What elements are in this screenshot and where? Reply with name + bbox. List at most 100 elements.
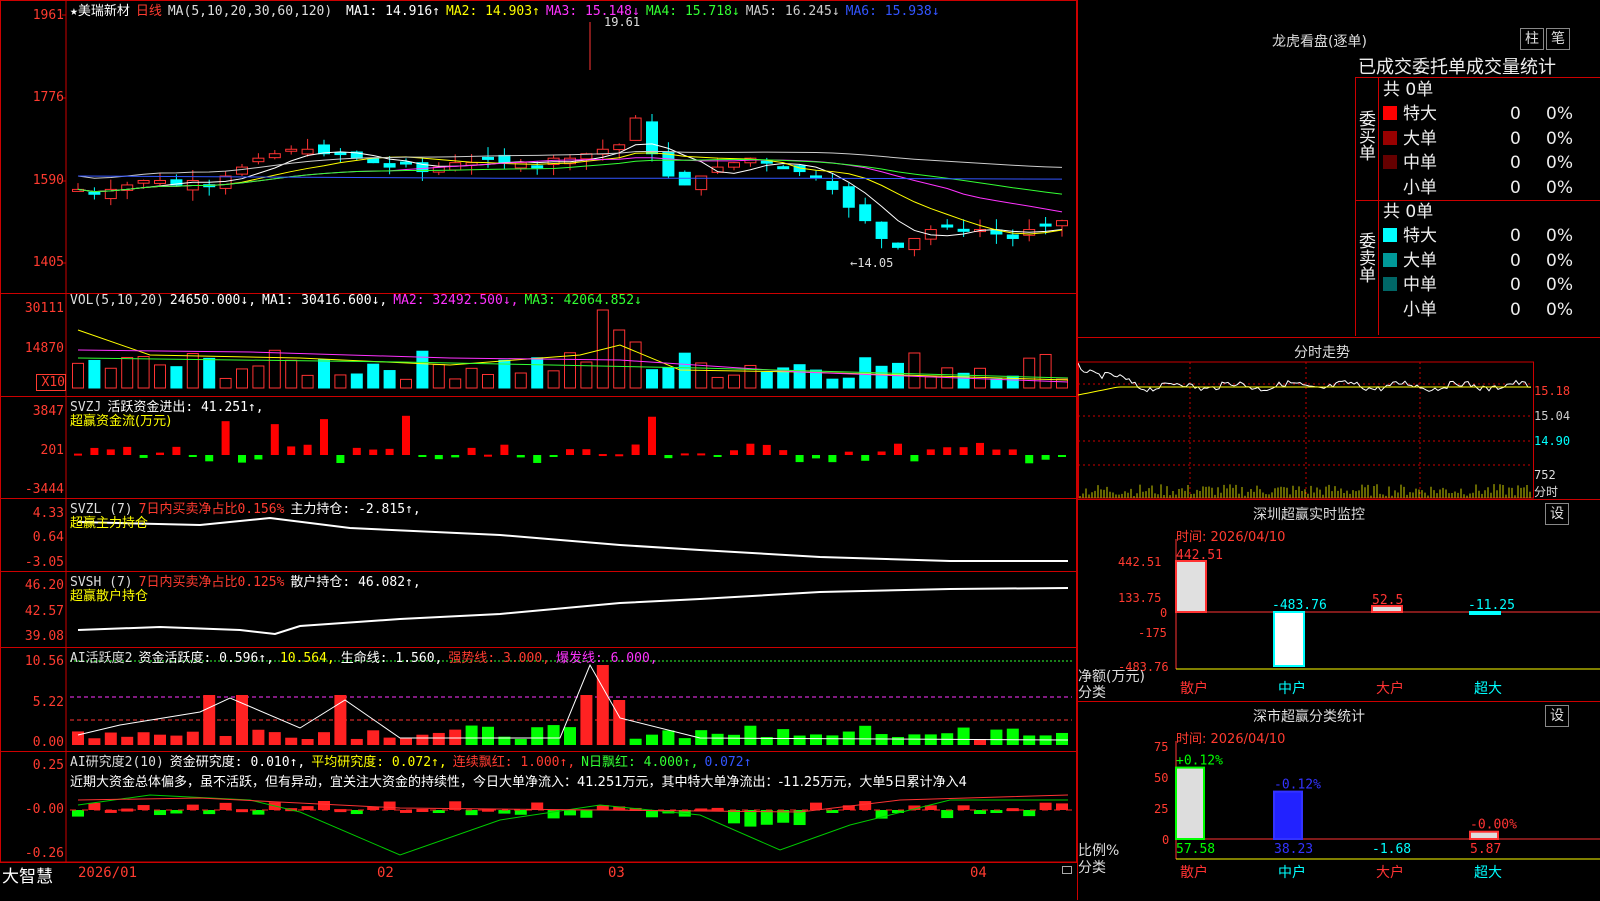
ai-research-bar	[957, 805, 970, 810]
buy-count: 0	[1510, 128, 1521, 149]
ai-active-bar	[88, 738, 101, 745]
ai-research-bar	[252, 810, 265, 815]
ai-active-bar	[547, 725, 560, 745]
svzj-bar	[467, 447, 476, 455]
svzj-bar	[221, 421, 230, 455]
ai-active-bar	[186, 731, 199, 745]
low-price-label: ←14.05	[850, 256, 894, 270]
vol-bar	[268, 349, 281, 389]
ai-active-bar	[826, 735, 839, 745]
sell-total: 共 0单	[1383, 202, 1434, 222]
sz-stat-settings-button[interactable]: 设	[1545, 705, 1569, 727]
sell-row: 小单 0 0%	[1383, 298, 1599, 322]
vol-bar	[350, 373, 363, 389]
kline-candle	[482, 156, 494, 160]
vol-label: VOL(5,10,20)	[70, 293, 164, 308]
chart-area[interactable]: ★美瑞新材 日线 MA(5,10,20,30,60,120) MA1: 14.916…	[0, 0, 1077, 900]
buy-pct: 0%	[1546, 177, 1573, 198]
sell-name: 中单	[1403, 275, 1437, 295]
svzj-bar	[943, 447, 952, 455]
ai-active-t1: 资金活跃度: 0.596↑,	[138, 651, 274, 666]
kline-candle	[728, 162, 740, 168]
ai-active-t3: 生命线: 1.560,	[340, 651, 443, 666]
svzj-bar	[385, 448, 394, 455]
ai-research-bar	[170, 810, 183, 814]
sell-count: 0	[1510, 299, 1521, 320]
stock-name[interactable]: ★美瑞新材	[70, 4, 130, 19]
ai-active-bar	[662, 730, 675, 745]
kline-candle	[252, 157, 265, 163]
vol-bar	[383, 370, 396, 389]
vol-bar	[449, 378, 462, 389]
ai-active-bar	[219, 735, 232, 745]
sell-pct: 0%	[1546, 299, 1573, 320]
ai-active-t5: 爆发线: 6.000,	[555, 651, 658, 666]
main-y-tick-0: 1961	[32, 8, 64, 23]
intraday-vol-label: 分时	[1534, 485, 1559, 499]
vol-bar	[154, 364, 166, 389]
kline-candle	[236, 166, 248, 175]
ai-active-bar	[268, 732, 281, 745]
main-y-tick-1: 1776	[32, 90, 64, 105]
ai-active-bar	[908, 734, 921, 745]
ma-value-2: MA2: 14.903↑	[445, 4, 540, 19]
sell-count: 0	[1510, 275, 1521, 295]
ai-active-bar	[432, 732, 445, 745]
vol-bar	[924, 376, 937, 389]
svzj-y-tick-0: 3847	[32, 404, 64, 419]
lock-icon[interactable]	[1062, 866, 1072, 874]
buy-color-swatch	[1383, 106, 1397, 120]
sell-name: 小单	[1403, 299, 1437, 320]
ma-value-5: MA5: 16.245↓	[745, 4, 840, 19]
kline-candle	[810, 175, 822, 179]
period-label[interactable]: 日线	[136, 4, 162, 19]
buy-color-swatch	[1383, 155, 1397, 169]
ai-active-t4: 强势线: 3.000,	[448, 651, 550, 666]
main-y-tick-3: 1405	[32, 255, 64, 270]
vol-bar	[793, 364, 806, 389]
sell-name: 大单	[1403, 250, 1437, 271]
kline-candle	[367, 158, 380, 164]
vol-bar	[121, 356, 134, 389]
svzj-bar	[648, 416, 656, 455]
svzj-bar	[516, 455, 525, 458]
intraday-y-tick-1: 15.04	[1534, 409, 1571, 423]
kline-candle	[1039, 223, 1052, 227]
buy-count: 0	[1510, 104, 1521, 124]
lhb-bar-button[interactable]: 柱	[1520, 28, 1544, 50]
ai-active-header: AI活跃度2 资金活跃度: 0.596↑, 10.564, 生命线: 1.560, 强势…	[70, 647, 664, 666]
stat-y-tick-0: 75	[1154, 740, 1169, 754]
lhb-panel: 龙虎看盘(逐单) 柱 笔 已成交委托单成交量统计 委买单 委卖单 共 0单 特大…	[1078, 0, 1600, 337]
svzj-y-tick-2: -3444	[24, 482, 64, 497]
ma-label: MA(5,10,20,30,60,120)	[167, 4, 333, 19]
sell-pct: 0%	[1546, 226, 1573, 246]
ai-research-bar	[728, 810, 740, 824]
buy-row: 小单 0 0%	[1383, 176, 1599, 200]
svzj-bar	[270, 424, 279, 455]
ai-active-bar	[350, 738, 363, 745]
kline-candle	[662, 151, 675, 177]
ai-active-bar	[236, 695, 248, 745]
kline-candle	[859, 204, 872, 222]
sz-monitor-settings-button[interactable]: 设	[1545, 503, 1569, 525]
svzj-bar	[320, 419, 328, 455]
vol-bar	[301, 374, 314, 389]
intraday-panel[interactable]: 分时走势 15.18 15.04 14.90 752 分时	[1078, 337, 1600, 500]
ai-research-bar	[72, 810, 84, 817]
kline-candle	[334, 152, 347, 156]
ai-active-bar	[449, 729, 462, 745]
kline-candle	[1006, 234, 1019, 239]
vol-bar	[531, 357, 544, 389]
main-y-tick-2: 1590	[32, 173, 64, 188]
svzj-bar	[697, 453, 706, 456]
buy-pct: 0%	[1546, 153, 1573, 173]
ai-research-bar	[318, 801, 330, 810]
vol-ma-values: MA1: 30416.600↓, MA2: 32492.500↓, MA3: 420…	[262, 293, 648, 308]
stat-y-tick-2: 25	[1154, 802, 1169, 816]
vol-bar	[908, 352, 921, 389]
buy-total: 共 0单	[1383, 80, 1434, 100]
buy-pct: 0%	[1546, 104, 1573, 124]
vol-bar	[547, 370, 560, 389]
vol-ma-value-3: MA3: 42064.852↓	[524, 293, 642, 308]
lhb-tick-button[interactable]: 笔	[1546, 28, 1570, 50]
